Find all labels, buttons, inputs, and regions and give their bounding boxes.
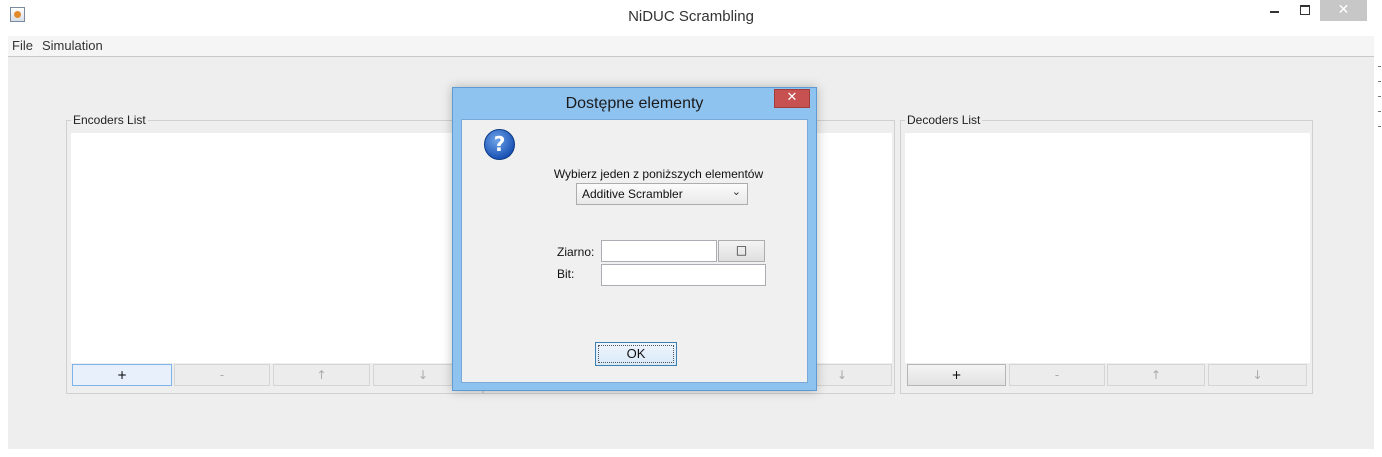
maximize-button[interactable] [1292,0,1318,21]
element-chooser-dialog: Dostępne elementy ✕ ? Wybierz jeden z po… [452,87,817,391]
window-title: NiDUC Scrambling [628,8,754,25]
close-window-button[interactable]: ✕ [1320,0,1367,21]
encoder-remove-button[interactable]: - [174,364,270,386]
menu-bar: File Simulation [8,36,1374,57]
element-type-dropdown[interactable]: Additive Scrambler ⌄ [576,183,748,205]
dialog-close-button[interactable]: ✕ [774,89,810,108]
menu-file[interactable]: File [12,38,33,53]
menu-simulation[interactable]: Simulation [42,38,103,53]
window-border-left [0,36,8,449]
decoders-list[interactable] [905,133,1310,363]
encoders-panel: Encoders List + - ↑ ↓ [66,113,483,394]
chevron-down-icon: ⌄ [731,185,741,198]
ok-button[interactable]: OK [595,342,677,366]
decoder-remove-button[interactable]: - [1009,364,1105,386]
bit-label: Bit: [557,267,575,281]
encoders-list[interactable] [71,133,478,363]
window-border-bottom [0,449,1382,457]
encoder-add-button[interactable]: + [72,364,172,386]
ziarno-picker-button[interactable]: □ [718,240,765,262]
decoder-move-up-button[interactable]: ↑ [1107,364,1205,386]
bit-input[interactable] [601,264,766,286]
square-icon: □ [735,243,748,257]
close-icon: ✕ [1337,2,1350,18]
dialog-body: ? Wybierz jeden z poniższych elementów A… [461,119,808,383]
dropdown-selected-value: Additive Scrambler [582,187,683,201]
encoders-panel-title: Encoders List [71,113,148,127]
decoder-add-button[interactable]: + [907,364,1006,386]
ziarno-input[interactable] [601,240,717,262]
dialog-title: Dostępne elementy [565,95,704,112]
decoders-panel: Decoders List + - ↑ ↓ [900,113,1313,394]
edge-marks [1378,66,1381,156]
decoder-move-down-button[interactable]: ↓ [1208,364,1307,386]
encoder-move-up-button[interactable]: ↑ [273,364,370,386]
ziarno-label: Ziarno: [557,245,595,259]
dialog-prompt: Wybierz jeden z poniższych elementów [553,167,764,181]
title-bar[interactable]: NiDUC Scrambling ✕ [0,0,1382,36]
question-icon: ? [484,129,515,160]
minimize-button[interactable] [1262,0,1288,21]
decoders-panel-title: Decoders List [905,113,983,127]
